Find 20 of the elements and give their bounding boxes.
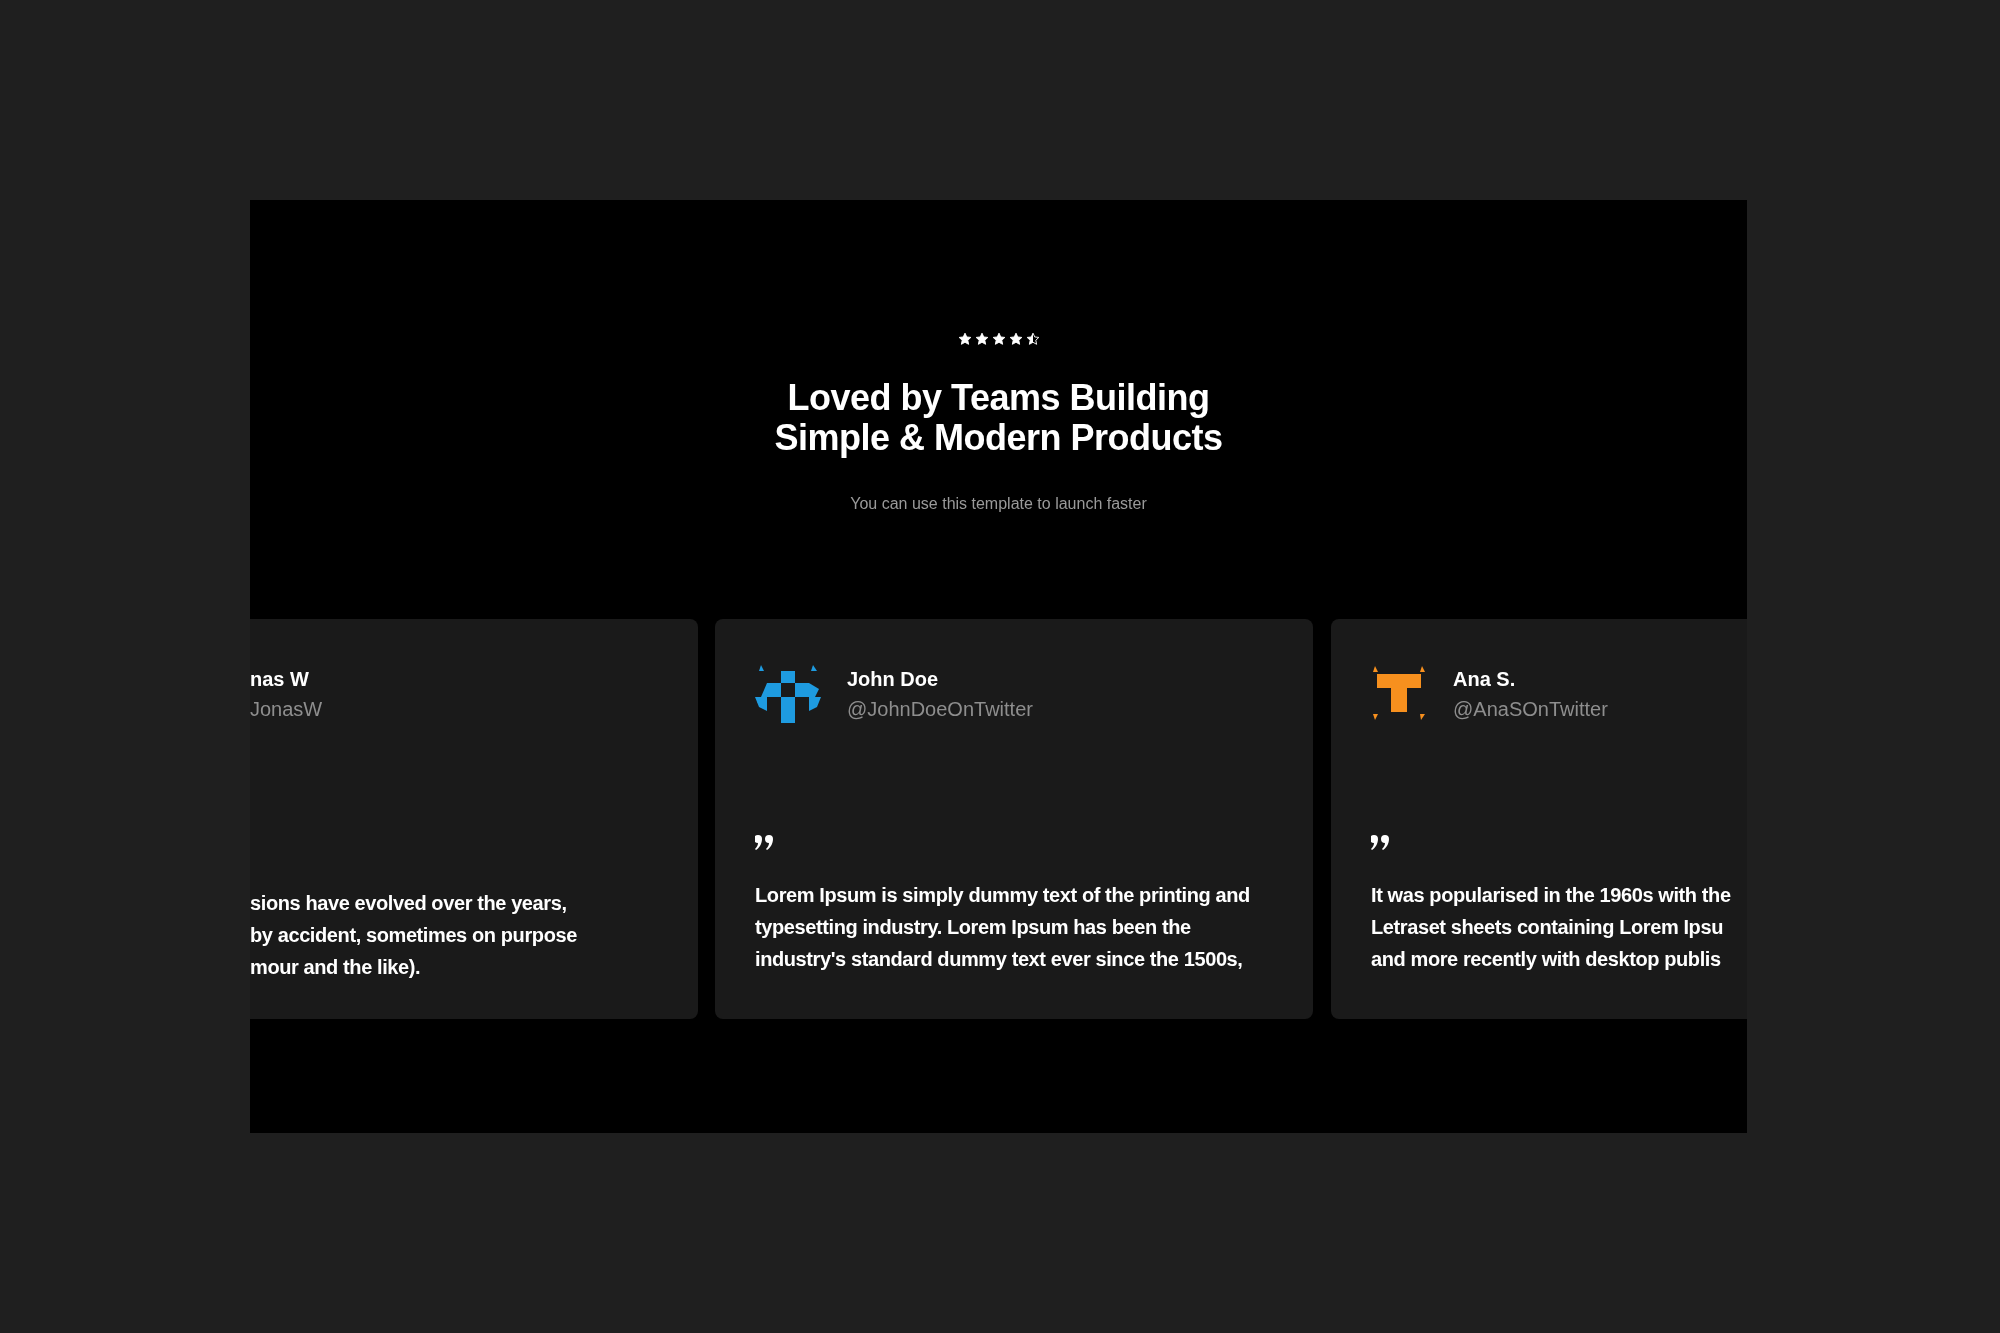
author-handle: @AnaSOnTwitter (1453, 697, 1608, 722)
author-name: Ana S. (1453, 667, 1517, 692)
t-logo-icon (1371, 666, 1427, 722)
author-handle: JonasW (250, 697, 323, 722)
quote-icon (755, 835, 775, 851)
star-icon (991, 332, 1006, 346)
author-name: John Doe (847, 667, 940, 692)
section-heading: Loved by Teams Building Simple & Modern Products (774, 378, 1223, 458)
quote-icon (1371, 835, 1391, 851)
author-handle: @JohnDoeOnTwitter (847, 697, 1033, 722)
subtitle: You can use this template to launch faster (850, 494, 1147, 514)
star-icon (957, 332, 972, 346)
testimonial-text: It was popularised in the 1960s with the Letraset sheets containing Lorem Ipsu and more recently with desktop publis (1371, 883, 1732, 972)
testimonial-text: Lorem Ipsum is simply dummy text of the printing and typesetting industry. Lorem Ipsum has been the industry's standard dummy text ever since the 1500s, (755, 883, 1251, 972)
star-icon (974, 332, 989, 346)
author-name: nas W (250, 667, 310, 692)
testimonial-text: sions have evolved over the years, by accident, sometimes on purpose mour and the like). (250, 891, 578, 980)
star-icon (1008, 332, 1023, 346)
half-star-icon (1025, 332, 1040, 346)
pixel-logo-icon (755, 663, 821, 725)
